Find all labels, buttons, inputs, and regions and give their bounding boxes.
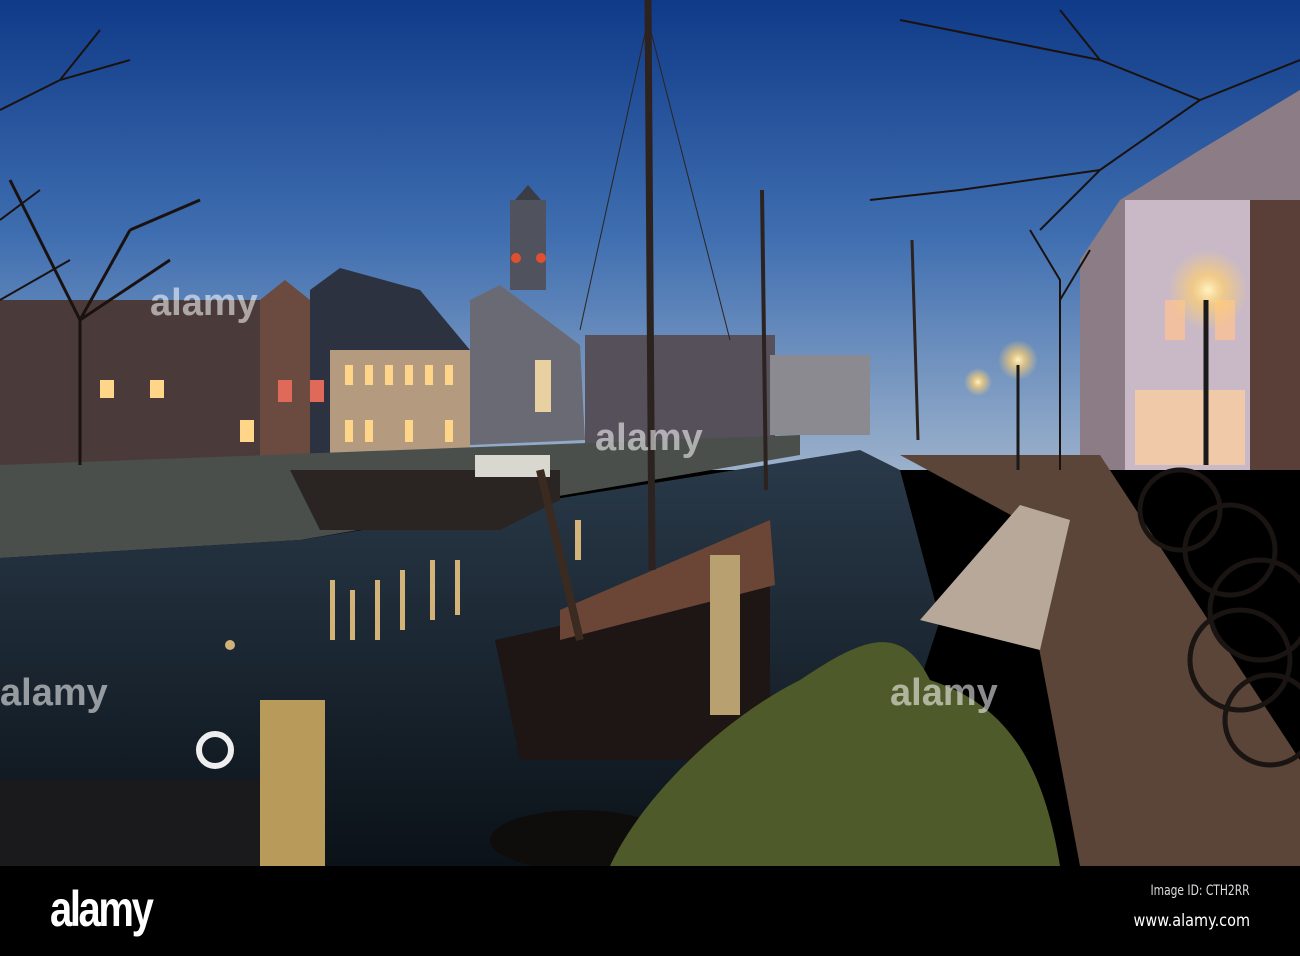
svg-text:alamy: alamy <box>595 417 703 459</box>
stock-photo-page: alamy alamy alamy alamy alamy Image ID: … <box>0 0 1300 956</box>
mooring-post <box>260 700 325 866</box>
footer-bar: alamy Image ID: CTH2RR www.alamy.com <box>0 866 1300 956</box>
svg-text:alamy: alamy <box>150 282 258 324</box>
image-id: Image ID: CTH2RR <box>1150 883 1250 899</box>
svg-text:alamy: alamy <box>0 672 108 714</box>
alamy-logo[interactable]: alamy <box>50 880 154 938</box>
mooring-post <box>710 555 740 715</box>
canal-photo: alamy alamy alamy alamy <box>0 0 1300 866</box>
svg-text:alamy: alamy <box>890 672 998 714</box>
site-url[interactable]: www.alamy.com <box>1134 911 1250 931</box>
